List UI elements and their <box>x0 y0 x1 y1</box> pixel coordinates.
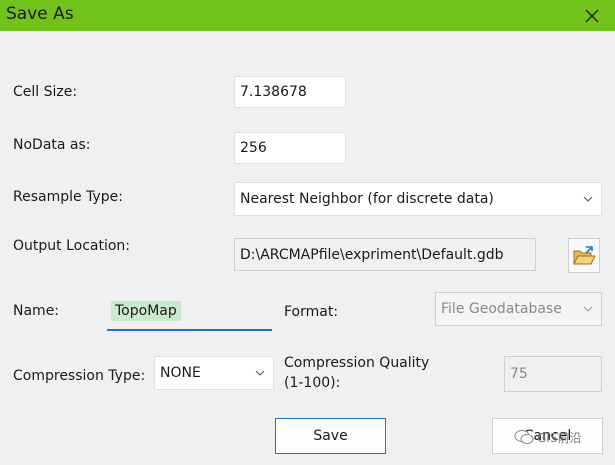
wechat-icon <box>514 430 534 444</box>
watermark-text: GIS前沿 <box>537 430 582 445</box>
resample-type-label: Resample Type: <box>13 189 123 205</box>
title-bar: Save As <box>0 0 615 31</box>
chevron-down-icon <box>255 370 265 376</box>
name-value: TopoMap <box>111 301 181 321</box>
cell-size-input[interactable]: 7.138678 <box>234 76 346 108</box>
compression-type-dropdown[interactable]: NONE <box>154 356 274 390</box>
format-dropdown[interactable]: File Geodatabase <box>435 292 602 326</box>
output-location-field[interactable]: D:\ARCMAPfile\expriment\Default.gdb <box>234 238 536 271</box>
chevron-down-icon <box>583 306 593 312</box>
open-folder-icon <box>573 245 596 264</box>
compression-type-label: Compression Type: <box>13 368 146 384</box>
browse-folder-button[interactable] <box>568 238 600 273</box>
format-value: File Geodatabase <box>441 301 562 317</box>
compression-quality-input[interactable]: 75 <box>504 356 602 392</box>
name-label: Name: <box>13 303 60 319</box>
compression-quality-value: 75 <box>510 366 528 382</box>
cell-size-value: 7.138678 <box>240 84 307 100</box>
name-input[interactable]: TopoMap <box>107 296 272 331</box>
save-button[interactable]: Save <box>275 418 386 454</box>
window-title: Save As <box>6 4 74 24</box>
save-button-label: Save <box>313 428 348 444</box>
close-button[interactable] <box>569 0 615 31</box>
nodata-label: NoData as: <box>13 137 91 153</box>
compression-quality-label-range: (1-100): <box>284 375 341 391</box>
nodata-value: 256 <box>240 140 267 156</box>
resample-type-value: Nearest Neighbor (for discrete data) <box>240 191 494 207</box>
nodata-input[interactable]: 256 <box>234 132 346 164</box>
resample-type-dropdown[interactable]: Nearest Neighbor (for discrete data) <box>234 182 602 216</box>
output-location-value: D:\ARCMAPfile\expriment\Default.gdb <box>240 246 504 263</box>
chevron-down-icon <box>583 196 593 202</box>
output-location-label: Output Location: <box>13 238 131 254</box>
compression-quality-label: Compression Quality <box>284 355 430 371</box>
watermark: GIS前沿 <box>514 425 610 449</box>
compression-type-value: NONE <box>160 365 201 381</box>
cell-size-label: Cell Size: <box>13 84 78 100</box>
close-icon <box>585 9 599 22</box>
format-label: Format: <box>284 304 339 320</box>
